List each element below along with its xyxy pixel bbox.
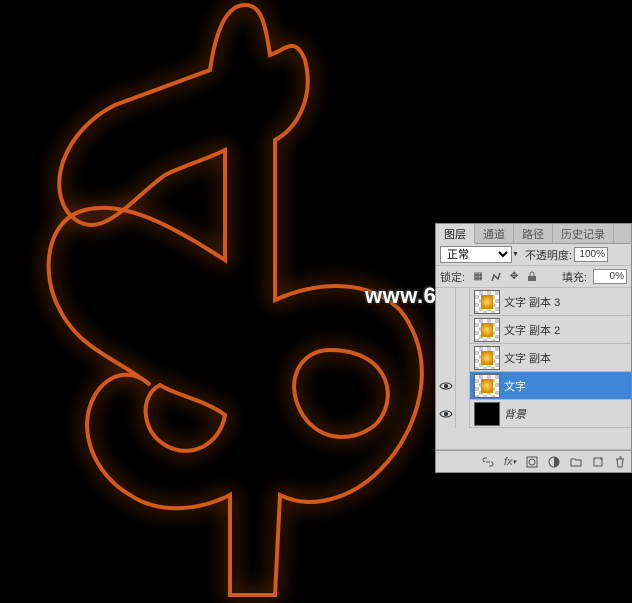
lock-fill-row: 锁定: ▦ ✥ 填充: 0%	[436, 266, 631, 288]
link-column[interactable]	[456, 344, 470, 372]
fill-value[interactable]: 0%	[593, 269, 627, 284]
link-column[interactable]	[456, 400, 470, 428]
eye-icon	[439, 381, 453, 391]
blend-dropdown-icon: ▼	[512, 251, 519, 258]
lock-position-icon[interactable]: ✥	[507, 270, 521, 284]
layer-name[interactable]: 文字 副本 3	[504, 294, 631, 310]
lock-pixels-icon[interactable]	[489, 270, 503, 284]
layer-style-icon[interactable]: fx▾	[503, 455, 517, 469]
tab-layers[interactable]: 图层	[436, 224, 475, 244]
tab-channels[interactable]: 通道	[475, 224, 514, 243]
visibility-toggle[interactable]	[436, 344, 456, 372]
layer-name[interactable]: 背景	[504, 406, 631, 422]
opacity-label: 不透明度:	[525, 247, 572, 263]
blend-mode-select[interactable]: 正常	[440, 246, 512, 263]
layer-thumbnail[interactable]	[474, 402, 500, 426]
tab-history[interactable]: 历史记录	[553, 224, 614, 243]
layers-list: 文字 副本 3 文字 副本 2 文字 副本 文字	[436, 288, 631, 450]
group-icon[interactable]	[569, 455, 583, 469]
lock-transparency-icon[interactable]: ▦	[471, 270, 485, 284]
layer-row[interactable]: 文字	[436, 372, 631, 400]
visibility-toggle[interactable]	[436, 400, 456, 428]
layer-thumbnail[interactable]	[474, 374, 500, 398]
tab-paths[interactable]: 路径	[514, 224, 553, 243]
panel-tab-bar: 图层 通道 路径 历史记录	[436, 224, 631, 244]
layer-mask-icon[interactable]	[525, 455, 539, 469]
layer-row[interactable]: 文字 副本 2	[436, 316, 631, 344]
empty-layer-area[interactable]	[436, 428, 631, 450]
layer-row[interactable]: 文字 副本	[436, 344, 631, 372]
blend-opacity-row: 正常 ▼ 不透明度: 100%	[436, 244, 631, 266]
link-column[interactable]	[456, 288, 470, 316]
layer-row[interactable]: 文字 副本 3	[436, 288, 631, 316]
link-layers-icon[interactable]	[481, 455, 495, 469]
fill-label: 填充:	[562, 269, 587, 285]
link-column[interactable]	[456, 372, 470, 400]
adjustment-layer-icon[interactable]	[547, 455, 561, 469]
layer-thumbnail[interactable]	[474, 290, 500, 314]
layer-name[interactable]: 文字	[504, 378, 631, 394]
layer-row[interactable]: 背景	[436, 400, 631, 428]
lock-label: 锁定:	[440, 269, 465, 285]
lock-all-icon[interactable]	[525, 270, 539, 284]
eye-icon	[439, 409, 453, 419]
layer-name[interactable]: 文字 副本 2	[504, 322, 631, 338]
visibility-toggle[interactable]	[436, 288, 456, 316]
layer-name[interactable]: 文字 副本	[504, 350, 631, 366]
layers-panel: 图层 通道 路径 历史记录 正常 ▼ 不透明度: 100% 锁定: ▦ ✥ 填充…	[435, 223, 632, 473]
visibility-toggle[interactable]	[436, 372, 456, 400]
opacity-value[interactable]: 100%	[574, 247, 608, 262]
panel-footer: fx▾	[436, 450, 631, 472]
layer-thumbnail[interactable]	[474, 346, 500, 370]
layer-thumbnail[interactable]	[474, 318, 500, 342]
link-column[interactable]	[456, 316, 470, 344]
visibility-toggle[interactable]	[436, 316, 456, 344]
new-layer-icon[interactable]	[591, 455, 605, 469]
delete-layer-icon[interactable]	[613, 455, 627, 469]
